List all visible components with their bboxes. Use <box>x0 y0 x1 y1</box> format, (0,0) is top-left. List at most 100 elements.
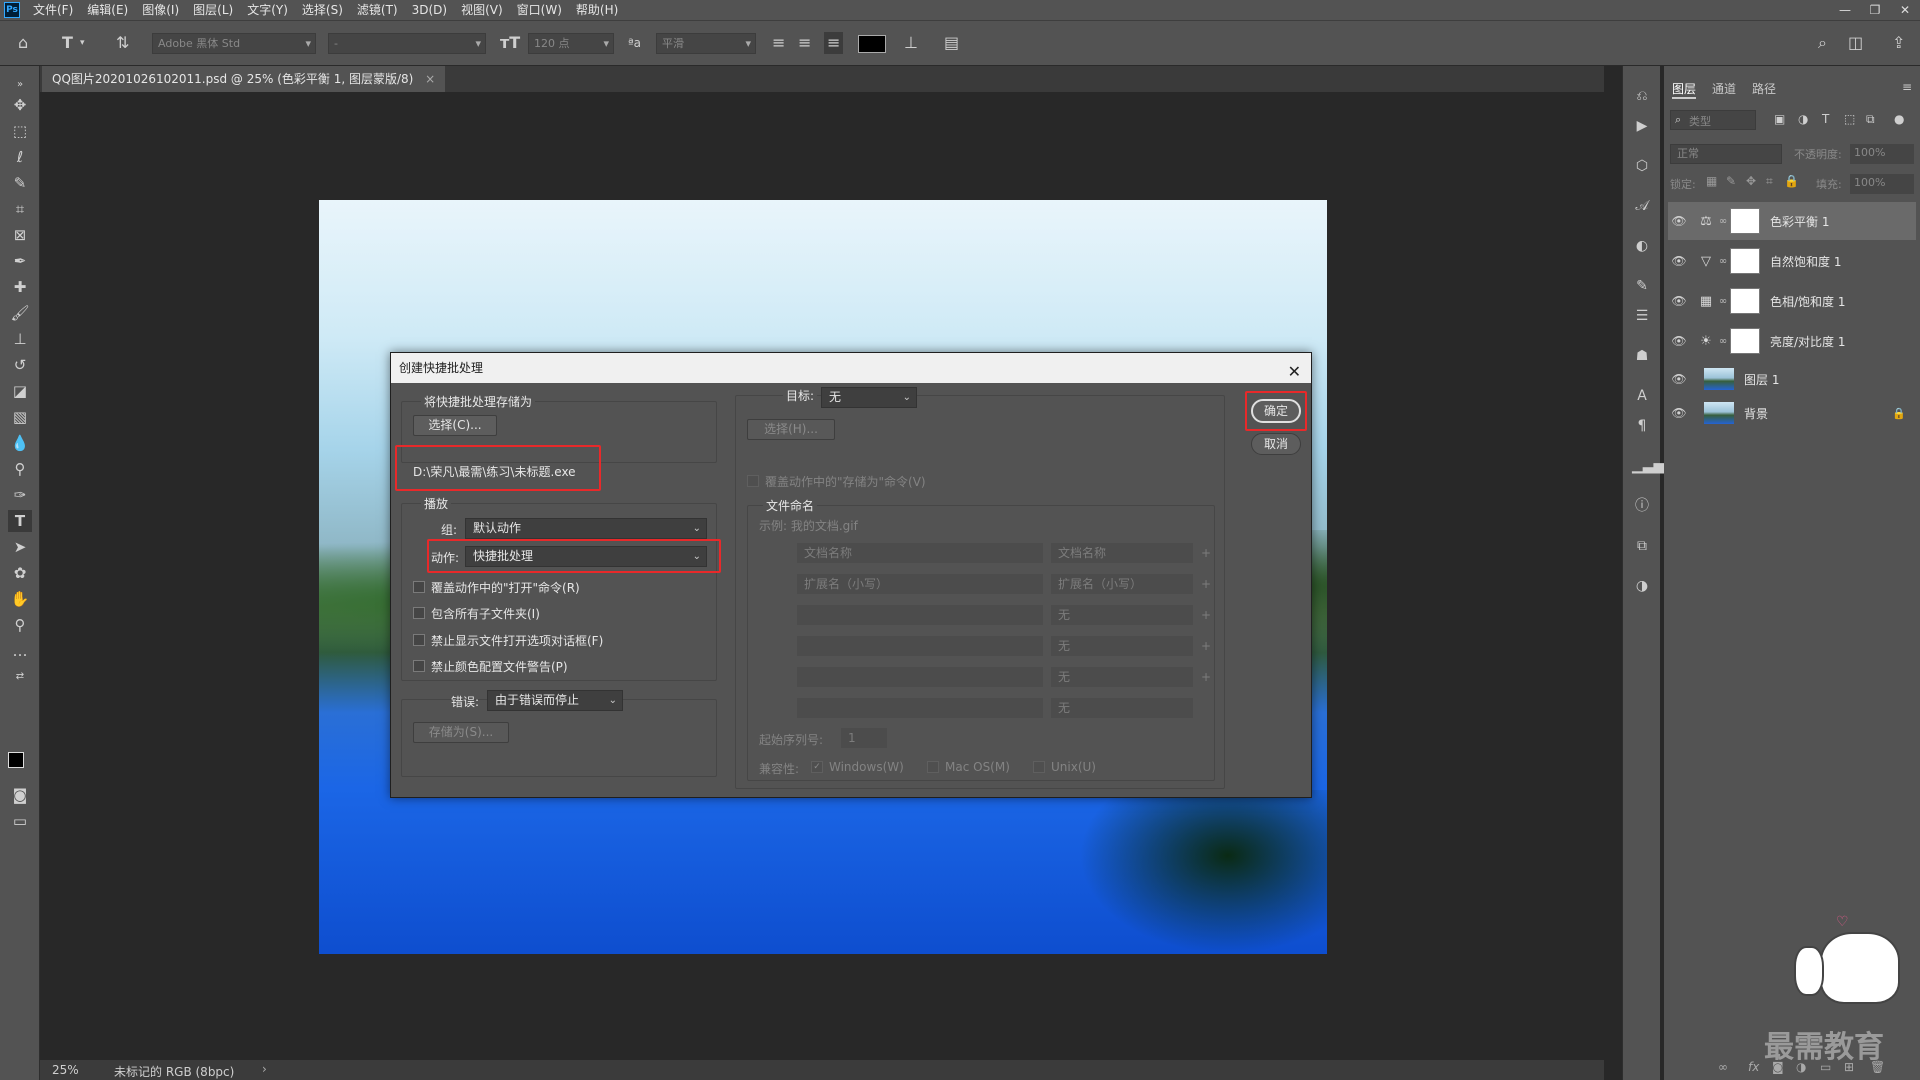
marquee-tool-icon[interactable]: ⬚ <box>8 120 32 142</box>
menu-image[interactable]: 图像(I) <box>135 0 186 20</box>
lock-position-icon[interactable]: ✥ <box>1746 174 1756 188</box>
home-icon[interactable]: ⌂ <box>18 32 28 54</box>
naming-field-3a[interactable] <box>797 605 1043 625</box>
close-icon[interactable]: ✕ <box>1288 357 1301 387</box>
history-icon[interactable]: ⎌ <box>1632 86 1652 106</box>
workspace-icon[interactable]: ◫ <box>1848 32 1863 54</box>
menu-view[interactable]: 视图(V) <box>454 0 510 20</box>
font-style-select[interactable]: - ▾ <box>328 33 486 54</box>
include-subfolders-checkbox[interactable] <box>413 607 425 619</box>
serial-field[interactable]: 1 <box>841 728 887 748</box>
font-family-select[interactable]: Adobe 黑体 Std ▾ <box>152 33 316 54</box>
naming-field-2b[interactable]: 扩展名（小写） <box>1051 574 1193 594</box>
document-tab[interactable]: QQ图片20201026102011.psd @ 25% (色彩平衡 1, 图层… <box>42 66 446 92</box>
lock-all-icon[interactable]: 🔒 <box>1784 174 1799 188</box>
visibility-eye-icon[interactable]: 👁 <box>1668 334 1690 348</box>
choose-button[interactable]: 选择(C)... <box>413 415 497 436</box>
paragraph-icon[interactable]: ¶ <box>1632 416 1652 436</box>
pen-tool-icon[interactable]: ✑ <box>8 484 32 506</box>
link-layers-icon[interactable]: ∞ <box>1718 1060 1728 1074</box>
move-tool-icon[interactable]: ✥ <box>8 94 32 116</box>
filter-smart-object-icon[interactable]: ⧉ <box>1866 112 1875 127</box>
antialias-select[interactable]: 平滑 ▾ <box>656 33 756 54</box>
menu-layer[interactable]: 图层(L) <box>186 0 240 20</box>
menu-file[interactable]: 文件(F) <box>26 0 80 20</box>
menu-help[interactable]: 帮助(H) <box>569 0 625 20</box>
tab-close-icon[interactable]: × <box>425 72 435 86</box>
naming-field-5b[interactable]: 无 <box>1051 667 1193 687</box>
compat-windows-checkbox[interactable]: ✓ <box>811 761 823 773</box>
color-icon[interactable]: ◑ <box>1632 576 1652 596</box>
menu-type[interactable]: 文字(Y) <box>240 0 295 20</box>
layer-row-layer-1[interactable]: 👁 图层 1 <box>1668 360 1916 398</box>
lock-transparency-icon[interactable]: ▦ <box>1706 174 1717 188</box>
menu-filter[interactable]: 滤镜(T) <box>350 0 405 20</box>
visibility-eye-icon[interactable]: 👁 <box>1668 294 1690 308</box>
suppress-color-warnings-checkbox[interactable] <box>413 660 425 672</box>
history-brush-tool-icon[interactable]: ↺ <box>8 354 32 376</box>
fill-field[interactable]: 100% <box>1850 174 1914 194</box>
visibility-eye-icon[interactable]: 👁 <box>1668 406 1690 420</box>
layer-row-color-balance[interactable]: 👁 ⚖ ∞ 色彩平衡 1 <box>1668 202 1916 240</box>
fx-icon[interactable]: fx <box>1748 1060 1759 1074</box>
naming-field-1a[interactable]: 文档名称 <box>797 543 1043 563</box>
filter-adjustment-icon[interactable]: ◑ <box>1798 112 1808 126</box>
visibility-eye-icon[interactable]: 👁 <box>1668 214 1690 228</box>
type-tool-preset-icon[interactable]: T <box>62 32 73 54</box>
zoom-tool-icon[interactable]: ⚲ <box>8 614 32 636</box>
foreground-color-swatch[interactable] <box>8 752 24 768</box>
visibility-eye-icon[interactable]: 👁 <box>1668 254 1690 268</box>
layer-mask-thumbnail[interactable] <box>1730 288 1760 314</box>
chevron-down-icon[interactable]: ▾ <box>80 32 85 54</box>
opacity-field[interactable]: 100% <box>1850 144 1914 164</box>
menu-3d[interactable]: 3D(D) <box>405 0 454 20</box>
layer-mask-thumbnail[interactable] <box>1730 208 1760 234</box>
warp-text-icon[interactable]: ⊥ <box>904 32 918 54</box>
new-layer-icon[interactable]: ⊞ <box>1844 1060 1854 1074</box>
orientation-toggle-icon[interactable]: ⇅ <box>116 32 129 54</box>
zoom-level[interactable]: 25% <box>52 1063 79 1077</box>
character-icon[interactable]: A <box>1632 386 1652 406</box>
filter-pixel-icon[interactable]: ▣ <box>1774 112 1785 126</box>
path-selection-tool-icon[interactable]: ➤ <box>8 536 32 558</box>
close-window-button[interactable]: ✕ <box>1890 3 1920 17</box>
menu-edit[interactable]: 编辑(E) <box>80 0 135 20</box>
tab-channels[interactable]: 通道 <box>1712 80 1736 97</box>
naming-field-6b[interactable]: 无 <box>1051 698 1193 718</box>
crop-tool-icon[interactable]: ⌗ <box>8 198 32 220</box>
layer-row-background[interactable]: 👁 背景 🔒 <box>1668 394 1916 432</box>
align-right-icon[interactable]: ≡ <box>824 32 844 54</box>
cancel-button[interactable]: 取消 <box>1251 433 1301 455</box>
hand-tool-icon[interactable]: ✋ <box>8 588 32 610</box>
brush-settings-icon[interactable]: ✎ <box>1632 276 1652 296</box>
3d-icon[interactable]: ⬡ <box>1632 156 1652 176</box>
screen-mode-icon[interactable]: ▭ <box>8 810 32 832</box>
layer-row-hue-saturation[interactable]: 👁 ▦ ∞ 色相/饱和度 1 <box>1668 282 1916 320</box>
adjustments-icon[interactable]: ◐ <box>1632 236 1652 256</box>
menu-window[interactable]: 窗口(W) <box>510 0 569 20</box>
status-menu-arrow[interactable]: › <box>262 1062 267 1076</box>
override-save-as-checkbox[interactable] <box>747 475 759 487</box>
blur-tool-icon[interactable]: 💧 <box>8 432 32 454</box>
align-center-icon[interactable]: ≡ <box>798 32 811 54</box>
lasso-tool-icon[interactable]: ℓ <box>8 146 32 168</box>
lock-artboard-icon[interactable]: ⌗ <box>1766 174 1773 189</box>
panel-menu-icon[interactable]: ≡ <box>1902 80 1912 94</box>
minimize-button[interactable]: — <box>1830 3 1860 17</box>
layer-mask-thumbnail[interactable] <box>1730 328 1760 354</box>
new-adjustment-icon[interactable]: ◑ <box>1796 1060 1806 1074</box>
filter-toggle-icon[interactable]: ● <box>1894 112 1904 126</box>
tab-paths[interactable]: 路径 <box>1752 80 1776 97</box>
dodge-tool-icon[interactable]: ⚲ <box>8 458 32 480</box>
gradient-tool-icon[interactable]: ▧ <box>8 406 32 428</box>
naming-field-6a[interactable] <box>797 698 1043 718</box>
delete-layer-icon[interactable]: 🗑 <box>1870 1060 1885 1074</box>
actions-play-icon[interactable]: ▶ <box>1632 116 1652 136</box>
layer-row-vibrance[interactable]: 👁 ▽ ∞ 自然饱和度 1 <box>1668 242 1916 280</box>
naming-field-4b[interactable]: 无 <box>1051 636 1193 656</box>
visibility-eye-icon[interactable]: 👁 <box>1668 372 1690 386</box>
type-tool-icon[interactable]: T <box>8 510 32 532</box>
histogram-icon[interactable]: ▁▃▅ <box>1632 456 1664 476</box>
restore-button[interactable]: ❐ <box>1860 3 1890 17</box>
libraries-icon[interactable]: ☗ <box>1632 346 1652 366</box>
